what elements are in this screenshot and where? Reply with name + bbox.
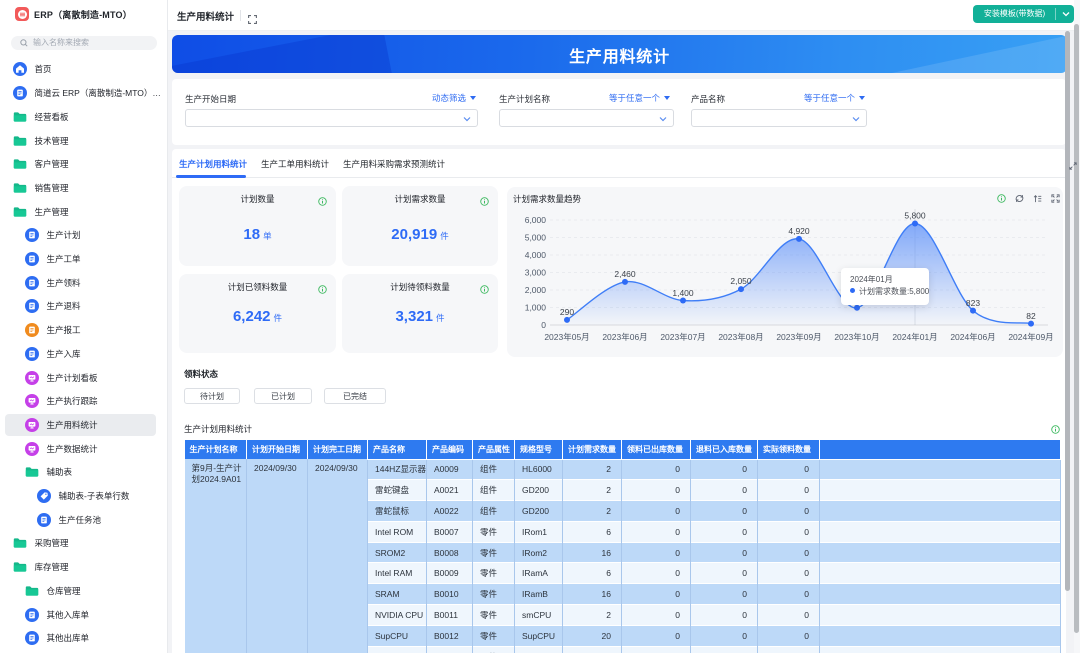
- svg-text:290: 290: [560, 307, 574, 317]
- svg-text:4,000: 4,000: [525, 250, 547, 260]
- svg-text:6,000: 6,000: [525, 215, 547, 225]
- svg-text:823: 823: [966, 298, 980, 308]
- svg-text:2023年08月: 2023年08月: [718, 332, 763, 342]
- svg-text:2023年09月: 2023年09月: [776, 332, 821, 342]
- svg-text:1,000: 1,000: [525, 303, 547, 313]
- svg-text:2023年10月: 2023年10月: [834, 332, 879, 342]
- svg-text:0: 0: [541, 320, 546, 330]
- svg-text:2,050: 2,050: [730, 276, 752, 286]
- svg-text:3,000: 3,000: [525, 268, 547, 278]
- svg-text:2,000: 2,000: [525, 285, 547, 295]
- svg-text:2024年06月: 2024年06月: [950, 332, 995, 342]
- svg-text:2024年09月: 2024年09月: [1008, 332, 1053, 342]
- svg-text:2024年01月: 2024年01月: [892, 332, 937, 342]
- svg-text:2023年07月: 2023年07月: [660, 332, 705, 342]
- svg-text:5,000: 5,000: [525, 233, 547, 243]
- svg-text:2023年05月: 2023年05月: [544, 332, 589, 342]
- svg-text:4,920: 4,920: [788, 226, 810, 236]
- svg-text:5,800: 5,800: [904, 211, 926, 221]
- svg-text:82: 82: [1026, 311, 1036, 321]
- svg-text:1,400: 1,400: [672, 288, 694, 298]
- svg-text:2,460: 2,460: [614, 269, 636, 279]
- svg-text:2023年06月: 2023年06月: [602, 332, 647, 342]
